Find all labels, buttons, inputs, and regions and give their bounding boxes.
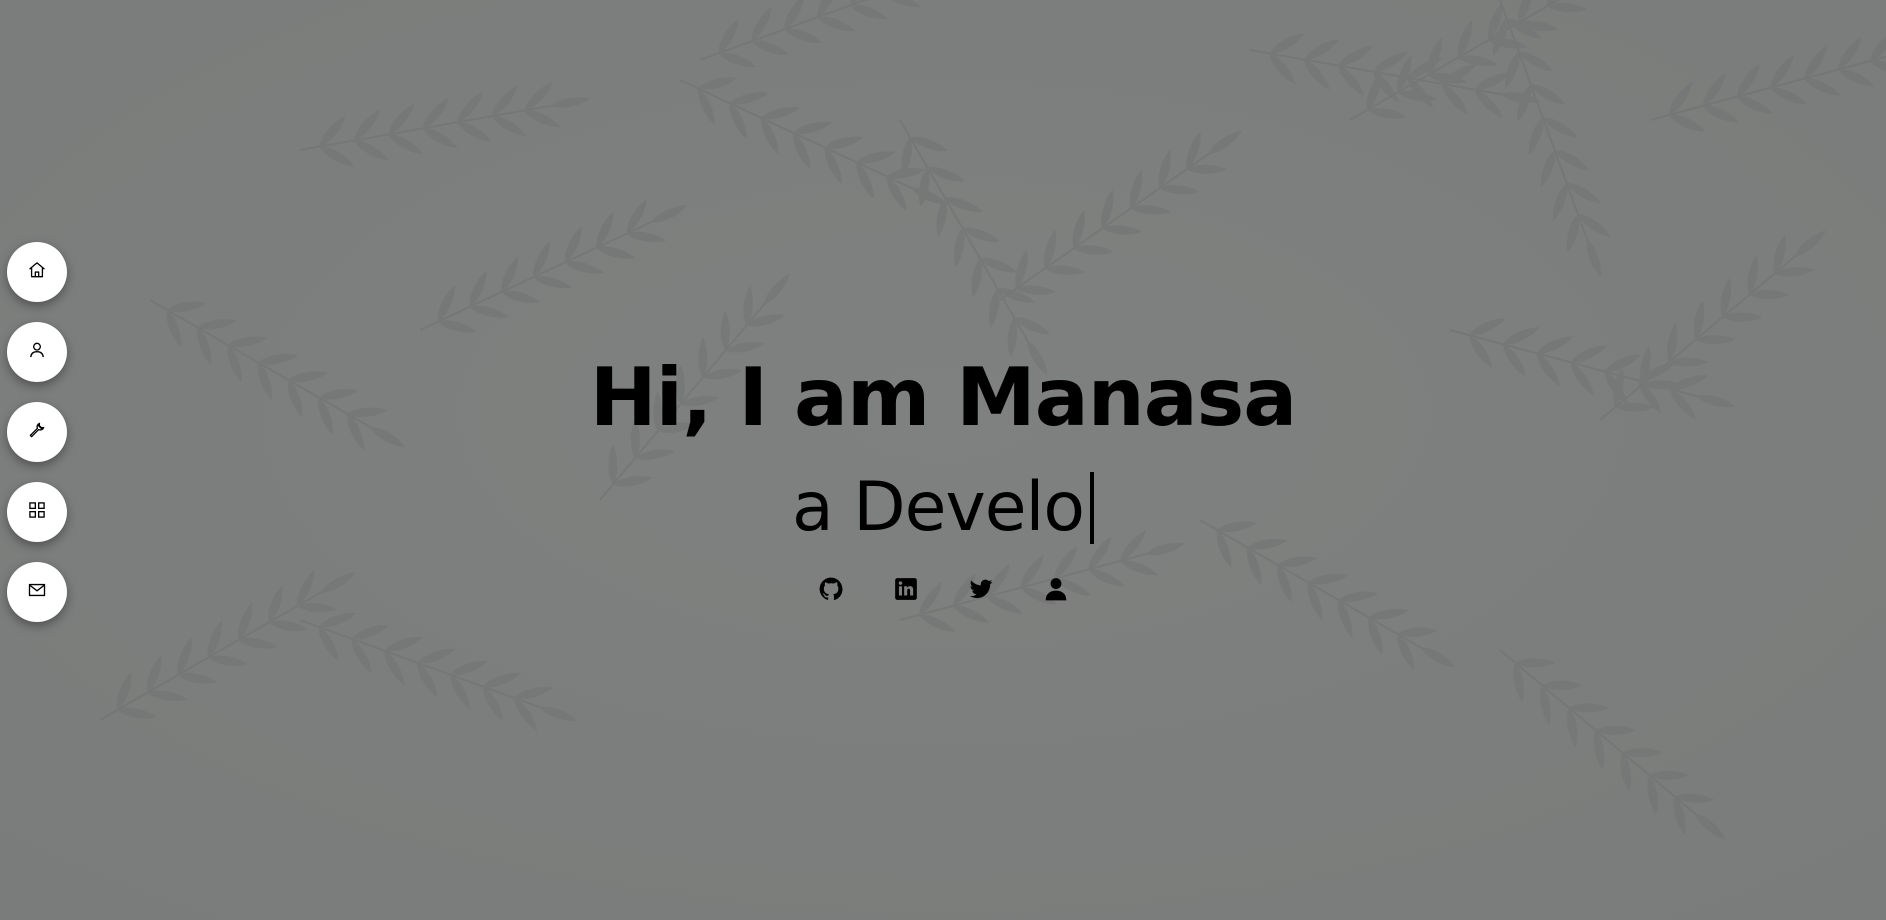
twitter-icon bbox=[968, 576, 994, 606]
hero-title: Hi, I am Manasa bbox=[589, 351, 1298, 444]
github-link[interactable] bbox=[817, 577, 844, 604]
linkedin-link[interactable] bbox=[892, 577, 919, 604]
github-icon bbox=[818, 576, 844, 606]
linkedin-icon bbox=[893, 576, 919, 606]
typing-cursor bbox=[1090, 472, 1095, 544]
profile-link[interactable] bbox=[1042, 577, 1069, 604]
typing-subtitle: a Develo bbox=[0, 468, 1886, 548]
person-icon bbox=[1043, 576, 1069, 606]
twitter-link[interactable] bbox=[967, 577, 994, 604]
hero-section: Hi, I am Manasa a Develo bbox=[0, 0, 1886, 920]
typing-text: a Develo bbox=[791, 468, 1085, 547]
social-links bbox=[0, 577, 1886, 607]
